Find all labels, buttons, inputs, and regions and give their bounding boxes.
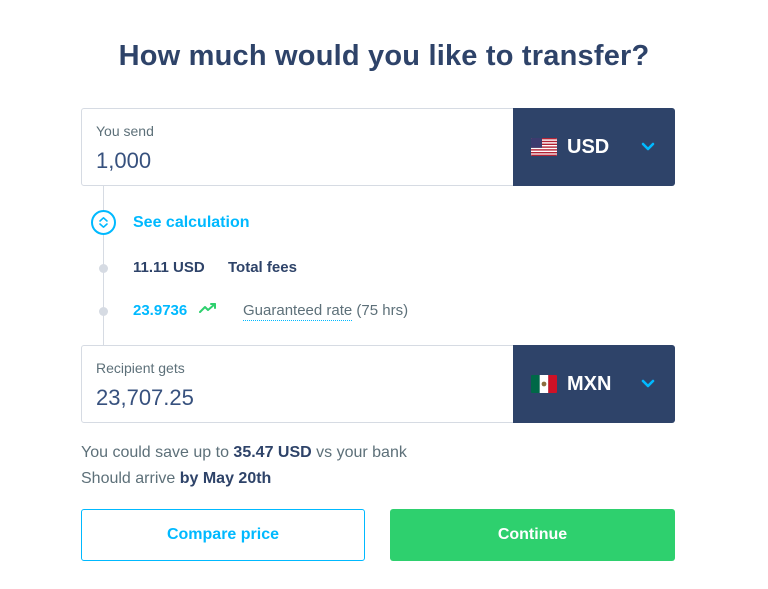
compare-price-button[interactable]: Compare price	[81, 509, 365, 561]
chevron-down-icon	[641, 379, 655, 388]
arrival-prefix: Should arrive	[81, 470, 176, 487]
trend-up-icon	[199, 303, 216, 313]
receive-amount-label: Recipient gets	[96, 360, 185, 376]
us-flag-icon	[531, 138, 557, 156]
calculation-timeline: See calculation 11.11 USD Total fees 23.…	[81, 186, 675, 345]
send-amount-input[interactable]	[96, 148, 499, 174]
savings-info: You could save up to 35.47 USD vs your b…	[81, 444, 407, 462]
receive-currency-select[interactable]: MXN	[513, 345, 675, 423]
rate-duration: (75 hrs)	[356, 302, 409, 319]
savings-amount: 35.47 USD	[233, 444, 312, 461]
exchange-rate: 23.9736	[133, 302, 188, 319]
send-amount-field: You send	[82, 109, 513, 185]
receive-amount-row: Recipient gets MXN	[81, 345, 675, 423]
send-currency-select[interactable]: USD	[513, 108, 675, 186]
fee-label: Total fees	[228, 259, 297, 276]
continue-button[interactable]: Continue	[390, 509, 675, 561]
receive-amount-field: Recipient gets	[82, 346, 513, 422]
receive-currency-code: MXN	[567, 372, 612, 395]
arrival-date: by May 20th	[179, 470, 272, 487]
page-title: How much would you like to transfer?	[118, 40, 650, 72]
fee-timeline-dot	[99, 264, 108, 273]
savings-suffix: vs your bank	[316, 444, 407, 461]
guaranteed-rate-link[interactable]: Guaranteed rate	[243, 302, 353, 321]
arrival-info: Should arrive by May 20th	[81, 470, 271, 488]
rate-label: Guaranteed rate (75 hrs)	[243, 302, 409, 321]
fee-amount: 11.11 USD	[133, 259, 205, 276]
savings-prefix: You could save up to	[81, 444, 229, 461]
rate-timeline-dot	[99, 307, 108, 316]
mx-flag-icon	[531, 375, 557, 393]
expand-toggle-icon[interactable]	[91, 210, 116, 235]
receive-amount-input[interactable]	[96, 385, 499, 411]
see-calculation-link[interactable]: See calculation	[133, 214, 250, 232]
send-amount-row: You send USD	[81, 108, 675, 186]
send-amount-label: You send	[96, 123, 154, 139]
send-currency-code: USD	[567, 135, 610, 158]
chevron-down-icon	[641, 142, 655, 151]
